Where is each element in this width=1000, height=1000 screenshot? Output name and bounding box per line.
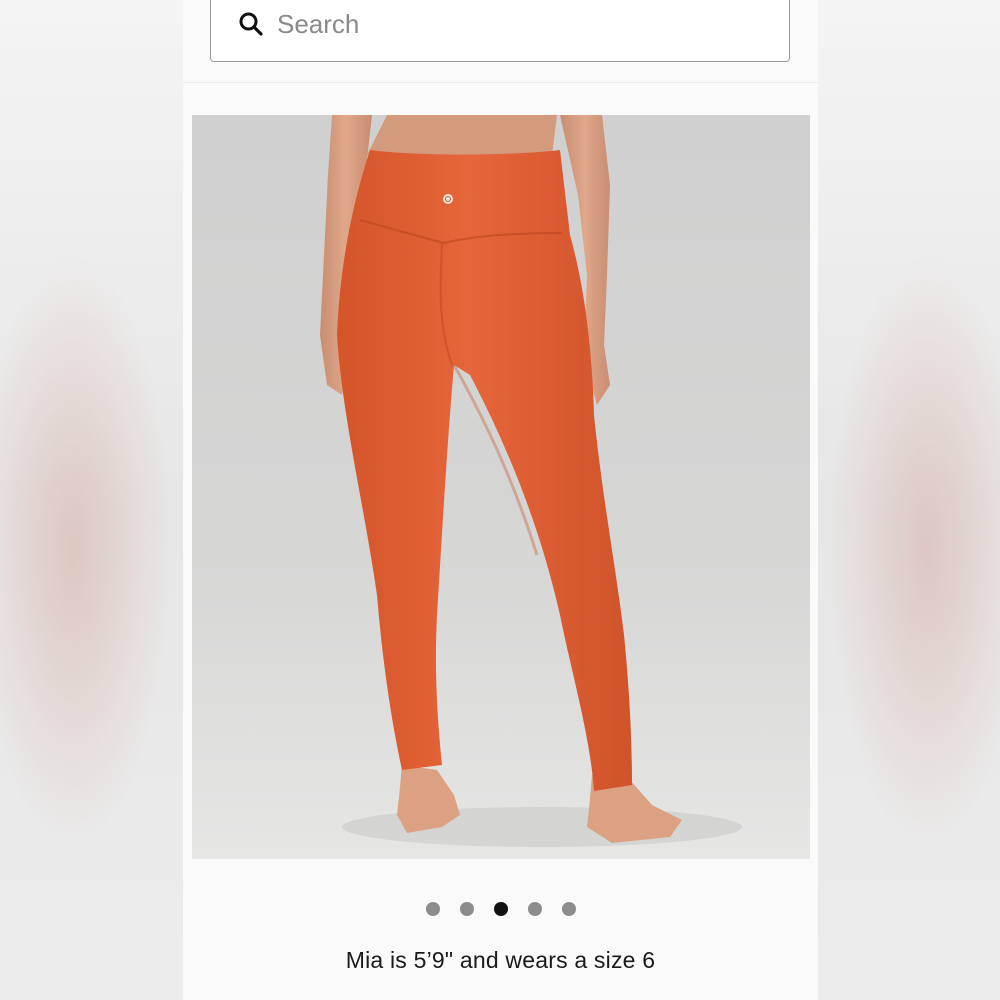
header-divider (183, 82, 818, 83)
search-icon[interactable] (238, 11, 264, 37)
carousel-dot-2[interactable] (459, 902, 474, 916)
blurred-backdrop-left (0, 0, 183, 1000)
model-size-caption: Mia is 5’9" and wears a size 6 (345, 947, 656, 973)
carousel-dot-1[interactable] (425, 902, 440, 916)
blurred-backdrop-right (817, 0, 1000, 1000)
search-bar[interactable] (210, 0, 790, 62)
carousel-dot-4[interactable] (527, 902, 542, 916)
carousel-dot-5[interactable] (561, 902, 576, 916)
product-page: Mia is 5’9" and wears a size 6 (183, 0, 818, 1000)
carousel-dot-3-active[interactable] (493, 902, 508, 916)
carousel-dots (183, 901, 818, 917)
brand-logo-icon (443, 194, 453, 204)
product-photo[interactable] (192, 115, 810, 859)
search-input[interactable] (277, 9, 757, 39)
